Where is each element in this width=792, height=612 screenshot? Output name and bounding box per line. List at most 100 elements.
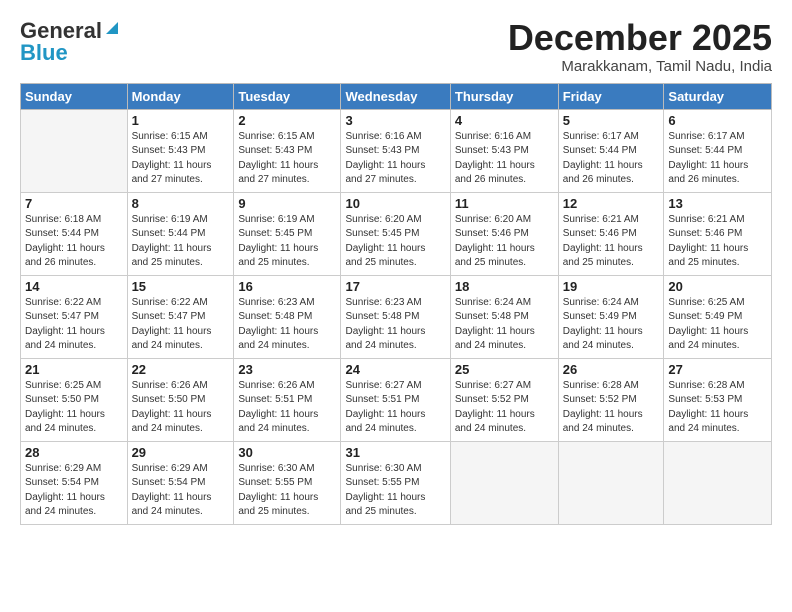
day-number: 23: [238, 362, 336, 377]
day-number: 26: [563, 362, 660, 377]
day-info: Sunrise: 6:20 AMSunset: 5:46 PMDaylight:…: [455, 213, 554, 271]
day-info: Sunrise: 6:27 AMSunset: 5:51 PMDaylight:…: [345, 379, 445, 437]
month-title: December 2025: [508, 18, 772, 58]
weekday-header-friday: Friday: [558, 83, 664, 109]
calendar-cell: 25 Sunrise: 6:27 AMSunset: 5:52 PMDayligh…: [450, 358, 558, 441]
calendar-cell: 20Sunrise: 6:25 AMSunset: 5:49 PMDayligh…: [664, 275, 772, 358]
day-number: 4: [455, 113, 554, 128]
day-info: Sunrise: 6:15 AMSunset: 5:43 PMDaylight:…: [238, 130, 336, 188]
calendar-cell: 22 Sunrise: 6:26 AMSunset: 5:50 PMDayligh…: [127, 358, 234, 441]
day-number: 11: [455, 196, 554, 211]
day-info: Sunrise: 6:18 AMSunset: 5:44 PMDaylight:…: [25, 213, 123, 271]
weekday-header-row: SundayMondayTuesdayWednesdayThursdayFrid…: [21, 83, 772, 109]
day-number: 17: [345, 279, 445, 294]
day-info: Sunrise: 6:21 AMSunset: 5:46 PMDaylight:…: [668, 213, 767, 271]
calendar-table: SundayMondayTuesdayWednesdayThursdayFrid…: [20, 83, 772, 525]
calendar-cell: 23 Sunrise: 6:26 AMSunset: 5:51 PMDayligh…: [234, 358, 341, 441]
day-info: Sunrise: 6:25 AMSunset: 5:49 PMDaylight:…: [668, 296, 767, 354]
day-number: 29: [132, 445, 230, 460]
day-number: 8: [132, 196, 230, 211]
logo-triangle-icon: [104, 20, 120, 36]
calendar-cell: 27 Sunrise: 6:28 AMSunset: 5:53 PMDayligh…: [664, 358, 772, 441]
day-info: Sunrise: 6:22 AMSunset: 5:47 PMDaylight:…: [25, 296, 123, 354]
calendar-cell: 19Sunrise: 6:24 AMSunset: 5:49 PMDayligh…: [558, 275, 664, 358]
day-info: Sunrise: 6:19 AMSunset: 5:44 PMDaylight:…: [132, 213, 230, 271]
day-info: Sunrise: 6:17 AMSunset: 5:44 PMDaylight:…: [668, 130, 767, 188]
calendar-week-row: 7 Sunrise: 6:18 AMSunset: 5:44 PMDaylight…: [21, 192, 772, 275]
calendar-cell: 18Sunrise: 6:24 AMSunset: 5:48 PMDayligh…: [450, 275, 558, 358]
day-number: 25: [455, 362, 554, 377]
calendar-cell: 21 Sunrise: 6:25 AMSunset: 5:50 PMDayligh…: [21, 358, 128, 441]
calendar-cell: 13Sunrise: 6:21 AMSunset: 5:46 PMDayligh…: [664, 192, 772, 275]
day-info: Sunrise: 6:28 AMSunset: 5:53 PMDaylight:…: [668, 379, 767, 437]
calendar-week-row: 14 Sunrise: 6:22 AMSunset: 5:47 PMDayligh…: [21, 275, 772, 358]
day-number: 2: [238, 113, 336, 128]
location-subtitle: Marakkanam, Tamil Nadu, India: [508, 58, 772, 75]
day-info: Sunrise: 6:26 AMSunset: 5:50 PMDaylight:…: [132, 379, 230, 437]
day-info: Sunrise: 6:30 AMSunset: 5:55 PMDaylight:…: [238, 462, 336, 520]
day-info: Sunrise: 6:25 AMSunset: 5:50 PMDaylight:…: [25, 379, 123, 437]
calendar-cell: 10Sunrise: 6:20 AMSunset: 5:45 PMDayligh…: [341, 192, 450, 275]
day-info: Sunrise: 6:21 AMSunset: 5:46 PMDaylight:…: [563, 213, 660, 271]
calendar-cell: 24 Sunrise: 6:27 AMSunset: 5:51 PMDayligh…: [341, 358, 450, 441]
day-number: 16: [238, 279, 336, 294]
calendar-cell: 3 Sunrise: 6:16 AMSunset: 5:43 PMDaylight…: [341, 109, 450, 192]
calendar-cell: 12 Sunrise: 6:21 AMSunset: 5:46 PMDayligh…: [558, 192, 664, 275]
calendar-cell: 5 Sunrise: 6:17 AMSunset: 5:44 PMDaylight…: [558, 109, 664, 192]
calendar-cell: 17Sunrise: 6:23 AMSunset: 5:48 PMDayligh…: [341, 275, 450, 358]
calendar-cell: 28 Sunrise: 6:29 AMSunset: 5:54 PMDayligh…: [21, 441, 128, 524]
weekday-header-saturday: Saturday: [664, 83, 772, 109]
day-number: 28: [25, 445, 123, 460]
calendar-cell: 15 Sunrise: 6:22 AMSunset: 5:47 PMDayligh…: [127, 275, 234, 358]
calendar-cell: 14 Sunrise: 6:22 AMSunset: 5:47 PMDayligh…: [21, 275, 128, 358]
calendar-cell: 2 Sunrise: 6:15 AMSunset: 5:43 PMDaylight…: [234, 109, 341, 192]
calendar-cell: 6 Sunrise: 6:17 AMSunset: 5:44 PMDaylight…: [664, 109, 772, 192]
day-info: Sunrise: 6:16 AMSunset: 5:43 PMDaylight:…: [455, 130, 554, 188]
day-info: Sunrise: 6:28 AMSunset: 5:52 PMDaylight:…: [563, 379, 660, 437]
day-number: 3: [345, 113, 445, 128]
day-number: 27: [668, 362, 767, 377]
day-info: Sunrise: 6:27 AMSunset: 5:52 PMDaylight:…: [455, 379, 554, 437]
calendar-cell: 8 Sunrise: 6:19 AMSunset: 5:44 PMDaylight…: [127, 192, 234, 275]
day-info: Sunrise: 6:17 AMSunset: 5:44 PMDaylight:…: [563, 130, 660, 188]
logo-blue-text: Blue: [20, 40, 68, 66]
calendar-cell: 11 Sunrise: 6:20 AMSunset: 5:46 PMDayligh…: [450, 192, 558, 275]
day-number: 14: [25, 279, 123, 294]
day-number: 5: [563, 113, 660, 128]
weekday-header-monday: Monday: [127, 83, 234, 109]
day-number: 6: [668, 113, 767, 128]
page: General Blue December 2025 Marakkanam, T…: [0, 0, 792, 612]
day-number: 1: [132, 113, 230, 128]
day-info: Sunrise: 6:16 AMSunset: 5:43 PMDaylight:…: [345, 130, 445, 188]
calendar-cell: 30Sunrise: 6:30 AMSunset: 5:55 PMDayligh…: [234, 441, 341, 524]
day-info: Sunrise: 6:30 AMSunset: 5:55 PMDaylight:…: [345, 462, 445, 520]
calendar-cell: 26 Sunrise: 6:28 AMSunset: 5:52 PMDayligh…: [558, 358, 664, 441]
day-number: 7: [25, 196, 123, 211]
calendar-cell: [21, 109, 128, 192]
day-info: Sunrise: 6:22 AMSunset: 5:47 PMDaylight:…: [132, 296, 230, 354]
day-number: 24: [345, 362, 445, 377]
day-info: Sunrise: 6:15 AMSunset: 5:43 PMDaylight:…: [132, 130, 230, 188]
day-info: Sunrise: 6:24 AMSunset: 5:49 PMDaylight:…: [563, 296, 660, 354]
day-info: Sunrise: 6:26 AMSunset: 5:51 PMDaylight:…: [238, 379, 336, 437]
calendar-cell: 29 Sunrise: 6:29 AMSunset: 5:54 PMDayligh…: [127, 441, 234, 524]
day-info: Sunrise: 6:29 AMSunset: 5:54 PMDaylight:…: [25, 462, 123, 520]
logo: General Blue: [20, 18, 120, 66]
day-number: 10: [345, 196, 445, 211]
day-info: Sunrise: 6:23 AMSunset: 5:48 PMDaylight:…: [238, 296, 336, 354]
day-info: Sunrise: 6:29 AMSunset: 5:54 PMDaylight:…: [132, 462, 230, 520]
calendar-cell: 31Sunrise: 6:30 AMSunset: 5:55 PMDayligh…: [341, 441, 450, 524]
weekday-header-sunday: Sunday: [21, 83, 128, 109]
calendar-cell: [450, 441, 558, 524]
day-info: Sunrise: 6:24 AMSunset: 5:48 PMDaylight:…: [455, 296, 554, 354]
day-number: 21: [25, 362, 123, 377]
weekday-header-wednesday: Wednesday: [341, 83, 450, 109]
day-number: 12: [563, 196, 660, 211]
calendar-cell: [664, 441, 772, 524]
day-number: 15: [132, 279, 230, 294]
calendar-cell: 4 Sunrise: 6:16 AMSunset: 5:43 PMDaylight…: [450, 109, 558, 192]
calendar-week-row: 28 Sunrise: 6:29 AMSunset: 5:54 PMDayligh…: [21, 441, 772, 524]
day-number: 9: [238, 196, 336, 211]
calendar-cell: 1 Sunrise: 6:15 AMSunset: 5:43 PMDaylight…: [127, 109, 234, 192]
day-number: 22: [132, 362, 230, 377]
